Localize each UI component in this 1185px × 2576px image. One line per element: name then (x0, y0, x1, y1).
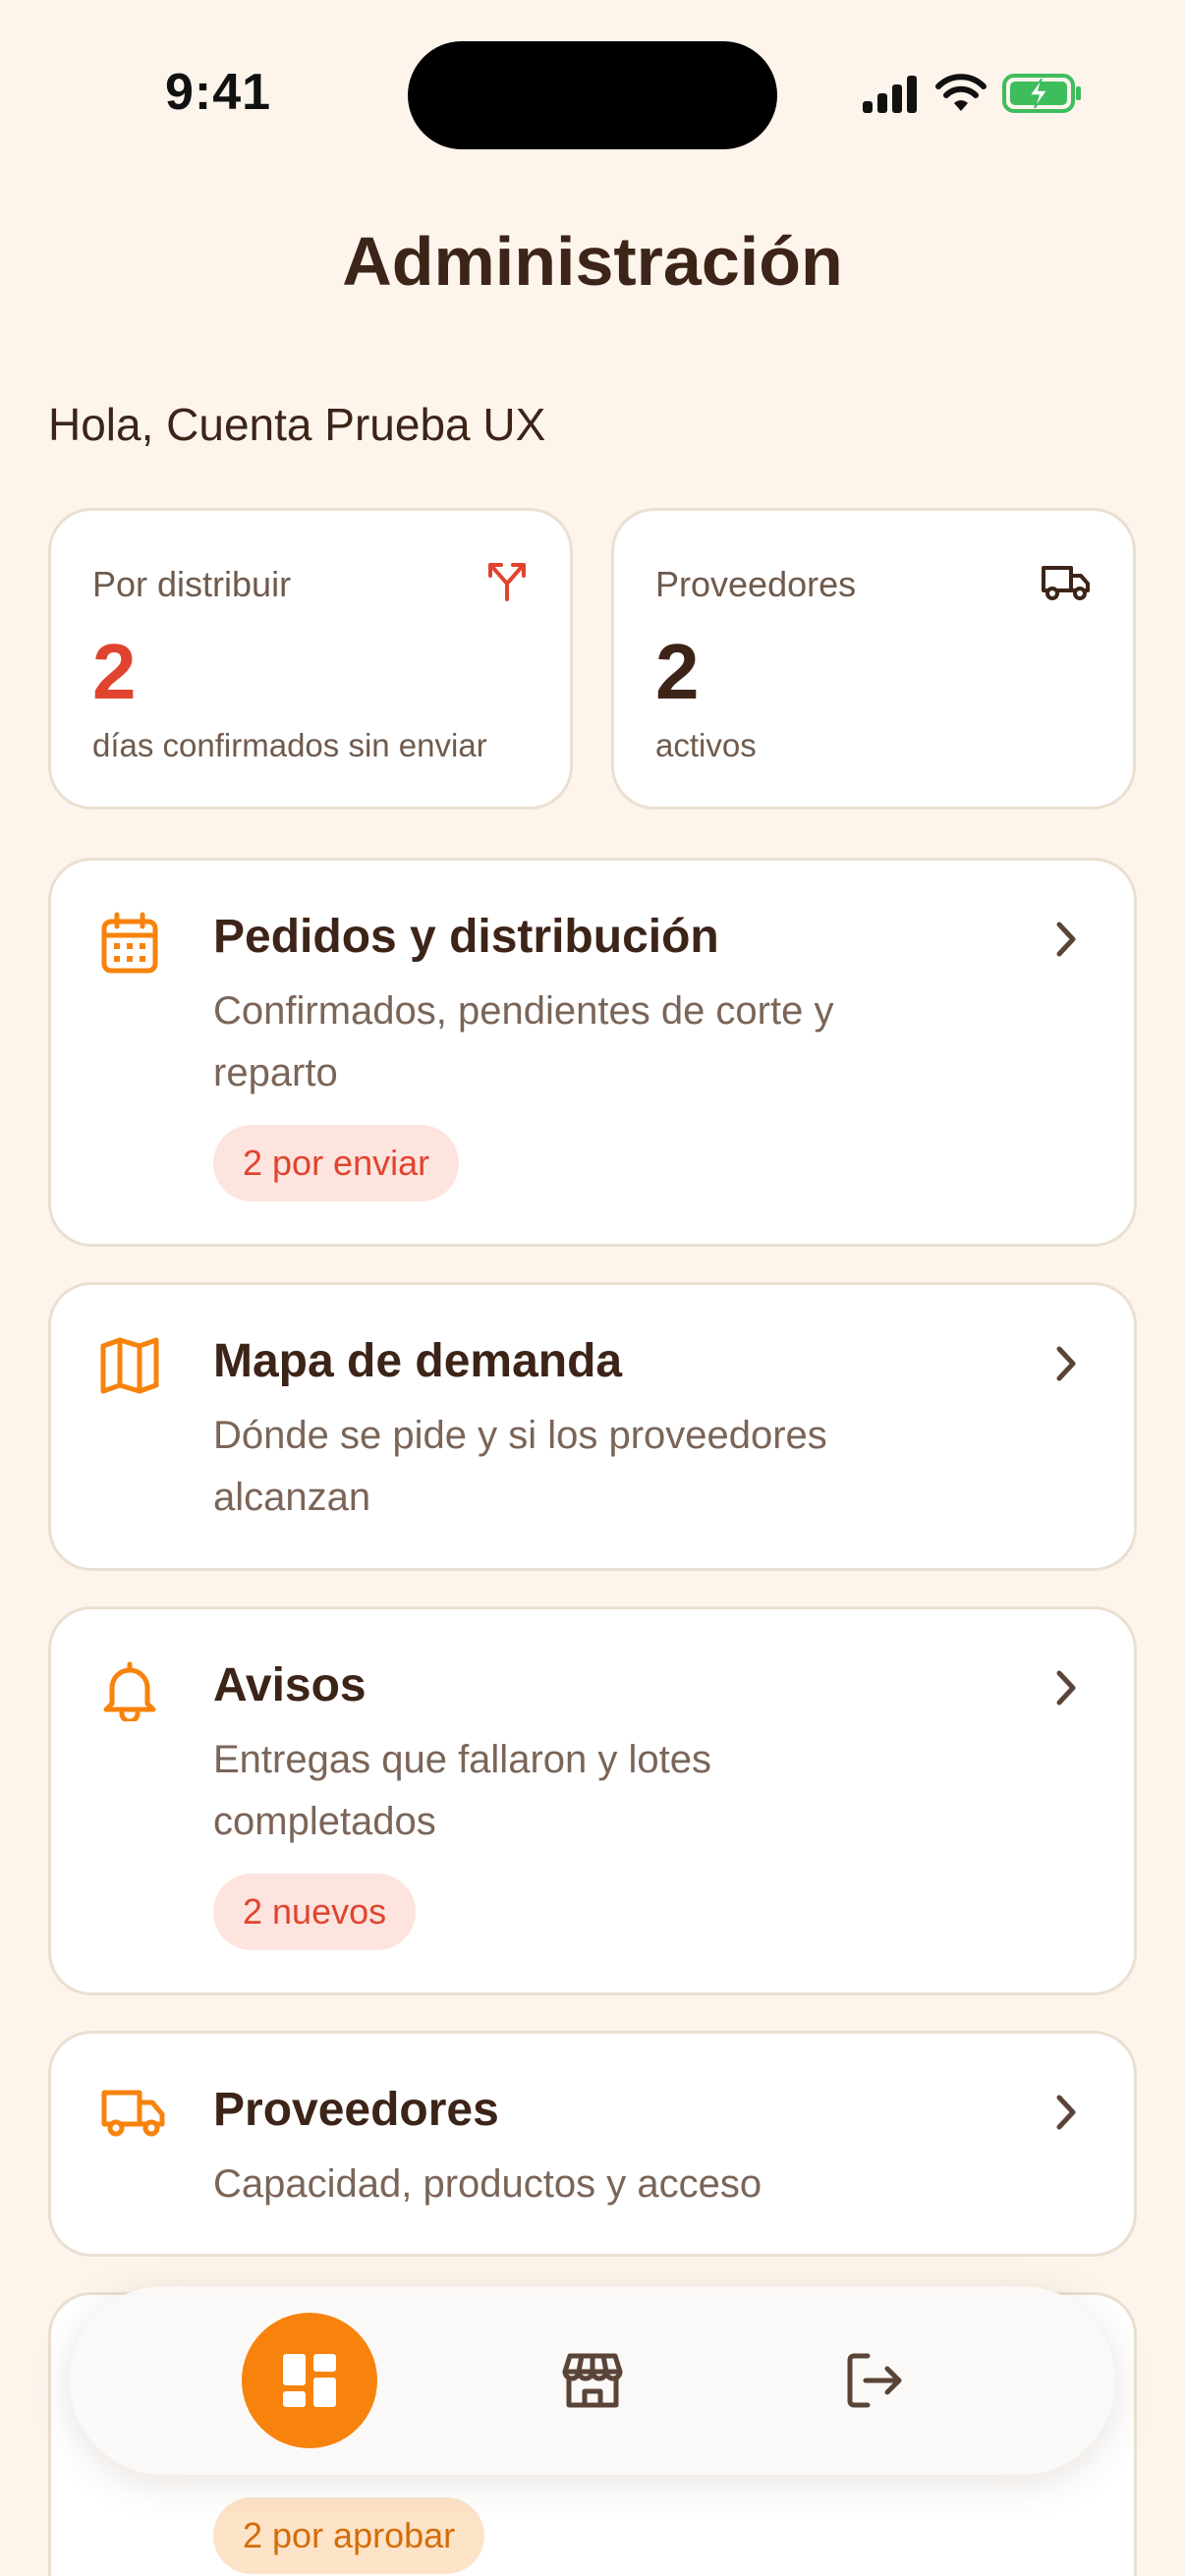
chevron-right-icon (1056, 922, 1076, 957)
bottom-nav (70, 2286, 1115, 2475)
stat-value: 2 (655, 628, 700, 715)
menu-desc: Entregas que fallaron y lotes completado… (213, 1729, 999, 1853)
chevron-right-icon (1056, 1670, 1076, 1706)
nav-dashboard-button[interactable] (242, 2313, 377, 2448)
menu-card-pedidos[interactable]: Pedidos y distribución Confirmados, pend… (48, 858, 1137, 1247)
menu-title: Mapa de demanda (213, 1335, 623, 1387)
menu-desc-line: Confirmados, pendientes de corte y (213, 989, 834, 1033)
menu-title: Pedidos y distribución (213, 911, 719, 963)
status-bar: 9:41 (0, 0, 1185, 187)
nav-store-button[interactable] (525, 2313, 660, 2448)
menu-desc: Confirmados, pendientes de corte y repar… (213, 980, 999, 1104)
stat-value: 2 (92, 628, 137, 715)
menu-desc-line: Entregas que fallaron y lotes (213, 1738, 711, 1781)
menu-card-proveedores[interactable]: Proveedores Capacidad, productos y acces… (48, 2031, 1137, 2257)
logout-icon (847, 2353, 902, 2408)
store-icon (562, 2353, 623, 2408)
menu-desc-line: alcanzan (213, 1476, 371, 1519)
signal-icon (863, 76, 917, 113)
nav-logout-button[interactable] (807, 2313, 942, 2448)
battery-icon (1002, 74, 1081, 113)
menu-desc-line: reparto (213, 1051, 338, 1094)
status-badge: 2 por aprobar (213, 2497, 485, 2574)
chevron-right-icon (1056, 1346, 1076, 1381)
menu-desc-line: Capacidad, productos y acceso (213, 2162, 762, 2206)
menu-desc: Dónde se pide y si los proveedores alcan… (213, 1405, 999, 1529)
wifi-icon (935, 74, 987, 111)
greeting: Hola, Cuenta Prueba UX (48, 399, 546, 450)
menu-card-mapa[interactable]: Mapa de demanda Dónde se pide y si los p… (48, 1282, 1137, 1571)
bell-icon (103, 1661, 156, 1721)
menu-desc-line: completados (213, 1800, 436, 1843)
split-arrows-icon (488, 563, 526, 601)
stat-label: Proveedores (655, 564, 857, 604)
chevron-right-icon (1056, 2095, 1076, 2130)
truck-icon (1042, 566, 1090, 600)
dynamic-island (408, 41, 777, 149)
menu-card-avisos[interactable]: Avisos Entregas que fallaron y lotes com… (48, 1606, 1137, 1995)
status-badge: 2 nuevos (213, 1874, 417, 1950)
menu-title: Avisos (213, 1659, 367, 1711)
stat-label: Por distribuir (92, 564, 292, 604)
status-badge: 2 por enviar (213, 1125, 460, 1202)
status-time: 9:41 (165, 64, 272, 121)
status-icons (863, 73, 1083, 114)
stat-sub: días confirmados sin enviar (92, 727, 487, 763)
menu-desc-line: Dónde se pide y si los proveedores (213, 1414, 827, 1457)
stat-card-por-distribuir[interactable]: Por distribuir 2 días confirmados sin en… (48, 508, 573, 810)
stat-card-proveedores[interactable]: Proveedores 2 activos (611, 508, 1136, 810)
calendar-icon (101, 912, 158, 974)
truck-icon (101, 2090, 165, 2137)
menu-desc: Capacidad, productos y acceso (213, 2154, 999, 2215)
map-icon (100, 1337, 159, 1394)
menu-title: Proveedores (213, 2084, 499, 2136)
dashboard-icon (283, 2354, 336, 2407)
page-title: Administración (342, 223, 843, 300)
stat-sub: activos (655, 727, 757, 763)
